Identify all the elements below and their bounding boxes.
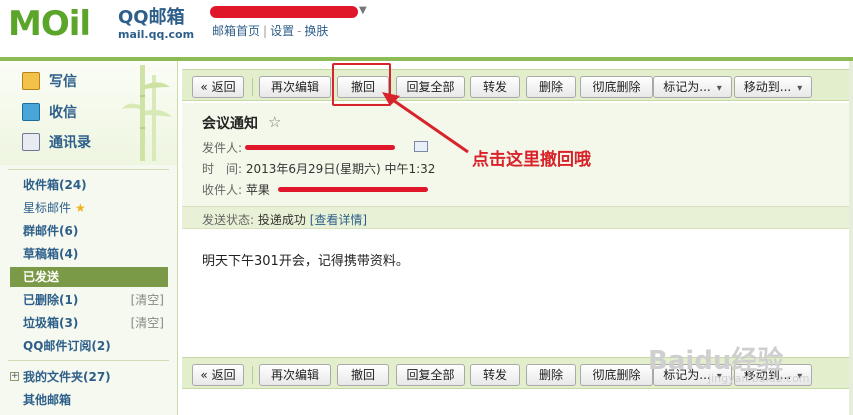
contacts-label: 通讯录 xyxy=(49,135,91,151)
folder-label: 群邮件(6) xyxy=(23,224,79,238)
redacted-recipient xyxy=(278,187,428,192)
folder-drafts[interactable]: 草稿箱(4) xyxy=(10,244,168,264)
toolbar-separator xyxy=(252,78,253,96)
watermark-url: jingyan.baidu.com xyxy=(708,372,810,385)
recall-button[interactable]: 撤回 xyxy=(337,364,389,386)
back-button[interactable]: « 返回 xyxy=(192,364,244,386)
folder-label: 其他邮箱 xyxy=(23,393,72,407)
qq-mail-logo[interactable]: MOil xyxy=(8,6,114,42)
contacts-button[interactable]: 通讯录 xyxy=(22,131,91,153)
move-to-dropdown[interactable]: 移动到... xyxy=(734,76,812,98)
folder-my-folders[interactable]: + 我的文件夹(27) xyxy=(10,367,168,387)
reply-all-button[interactable]: 回复全部 xyxy=(396,364,465,386)
recipient-name[interactable]: 苹果 xyxy=(246,183,270,197)
purge-button[interactable]: 彻底删除 xyxy=(580,364,653,386)
link-separator: - xyxy=(297,24,302,38)
write-mail-label: 写信 xyxy=(49,74,77,90)
status-value: 投递成功 xyxy=(257,213,306,227)
folder-label: 收件箱(24) xyxy=(23,178,87,192)
sidebar-divider xyxy=(8,169,169,170)
star-toggle-icon[interactable]: ☆ xyxy=(268,113,281,131)
time-label: 时 间: xyxy=(202,162,243,176)
header: MOil QQ邮箱 mail.qq.com ▼ 邮箱首页 | 设置 - 换肤 xyxy=(0,0,853,61)
expand-icon[interactable]: + xyxy=(10,372,19,381)
folder-sent[interactable]: 已发送 xyxy=(10,267,168,287)
clear-spam-link[interactable]: [清空] xyxy=(131,313,164,333)
folder-group-mail[interactable]: 群邮件(6) xyxy=(10,221,168,241)
delivery-status: 发送状态: 投递成功 [查看详情] xyxy=(202,211,367,228)
account-dropdown-icon[interactable]: ▼ xyxy=(359,5,367,16)
mailbox-home-link[interactable]: 邮箱首页 xyxy=(212,24,260,38)
folder-inbox[interactable]: 收件箱(24) xyxy=(10,175,168,195)
compose-icon xyxy=(22,72,40,90)
folder-label: 草稿箱(4) xyxy=(23,247,79,261)
receive-mail-button[interactable]: 收信 xyxy=(22,101,77,123)
command-area: 写信 收信 通讯录 xyxy=(0,61,177,165)
delivery-status-bar: 发送状态: 投递成功 [查看详情] xyxy=(182,207,853,229)
receive-mail-label: 收信 xyxy=(49,105,77,121)
mail-subject: 会议通知 xyxy=(202,116,258,132)
link-separator: | xyxy=(263,24,268,38)
sender-row: 发件人: xyxy=(202,141,242,155)
status-label: 发送状态: xyxy=(202,213,255,227)
write-mail-button[interactable]: 写信 xyxy=(22,70,77,92)
folder-label: QQ邮件订阅(2) xyxy=(23,339,111,353)
star-icon: ★ xyxy=(75,201,86,215)
time-row: 时 间: 2013年6月29日(星期六) 中午1:32 xyxy=(202,162,435,176)
edit-again-button[interactable]: 再次编辑 xyxy=(259,364,331,386)
watermark: Baidu经验 jingyan.baidu.com xyxy=(648,340,848,410)
folder-label: 我的文件夹(27) xyxy=(23,370,111,384)
sidebar-divider xyxy=(8,360,169,361)
forward-button[interactable]: 转发 xyxy=(470,364,520,386)
brand-name: QQ邮箱 xyxy=(118,7,185,28)
folder-label: 已发送 xyxy=(23,270,60,284)
mail-body: 明天下午301开会，记得携带资料。 xyxy=(202,254,409,269)
sidebar: 写信 收信 通讯录 收件箱(24) 星标邮件 ★ 群邮件(6) 草稿箱(4) 已… xyxy=(0,61,178,415)
edit-again-button[interactable]: 再次编辑 xyxy=(259,76,331,98)
folder-label: 已删除(1) xyxy=(23,293,79,307)
address-book-icon xyxy=(22,133,40,151)
purge-button[interactable]: 彻底删除 xyxy=(580,76,653,98)
delete-button[interactable]: 删除 xyxy=(526,76,576,98)
change-skin-link[interactable]: 换肤 xyxy=(304,24,328,38)
folder-qq-subscriptions[interactable]: QQ邮件订阅(2) xyxy=(10,336,168,356)
brand-url: mail.qq.com xyxy=(118,28,195,41)
redacted-user-name xyxy=(210,6,358,18)
folder-deleted[interactable]: 已删除(1) [清空] xyxy=(10,290,168,310)
clear-deleted-link[interactable]: [清空] xyxy=(131,290,164,310)
view-details-link[interactable]: [查看详情] xyxy=(310,213,367,227)
delete-button[interactable]: 删除 xyxy=(526,364,576,386)
folder-label: 垃圾箱(3) xyxy=(23,316,79,330)
recipient-row: 收件人: 苹果 xyxy=(202,183,270,197)
inbox-download-icon xyxy=(22,103,40,121)
top-links: 邮箱首页 | 设置 - 换肤 xyxy=(212,24,328,38)
annotation-text: 点击这里撤回哦 xyxy=(472,150,591,170)
bamboo-decoration-icon xyxy=(122,65,172,161)
redacted-sender xyxy=(245,145,395,150)
mark-as-dropdown[interactable]: 标记为... xyxy=(653,76,732,98)
toolbar-separator xyxy=(252,366,253,384)
folder-spam[interactable]: 垃圾箱(3) [清空] xyxy=(10,313,168,333)
sender-label: 发件人: xyxy=(202,141,243,155)
folder-starred[interactable]: 星标邮件 ★ xyxy=(10,198,168,218)
settings-link[interactable]: 设置 xyxy=(270,24,294,38)
recipient-label: 收件人: xyxy=(202,183,243,197)
folder-other-mailboxes[interactable]: 其他邮箱 xyxy=(10,390,168,410)
back-button[interactable]: « 返回 xyxy=(192,76,244,98)
toolbar-top: « 返回 再次编辑 撤回 回复全部 转发 删除 彻底删除 标记为... 移动到.… xyxy=(182,69,853,101)
time-value: 2013年6月29日(星期六) 中午1:32 xyxy=(245,162,436,176)
scrollbar[interactable] xyxy=(849,61,853,415)
folder-label: 星标邮件 xyxy=(23,201,72,215)
logo-text: MOil xyxy=(8,4,91,44)
